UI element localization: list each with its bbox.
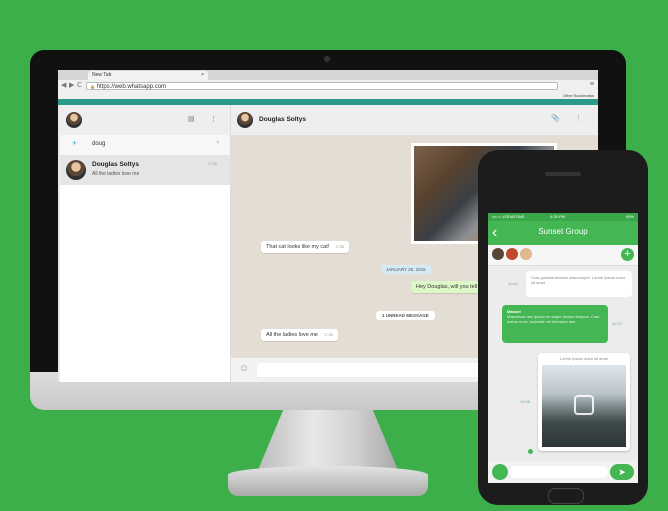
clear-search-icon[interactable]: × [216, 140, 220, 146]
back-icon[interactable]: ◀ [61, 81, 66, 91]
conversation-header: Douglas Soltys 📎 ⋮ [231, 105, 598, 135]
forward-icon[interactable]: ▶ [69, 81, 74, 91]
phone-home-button[interactable] [548, 488, 584, 504]
unread-divider: 1 UNREAD MESSAGE [376, 311, 435, 320]
my-avatar[interactable] [66, 112, 82, 128]
carrier-signal: •••○○ VODAFONE [492, 214, 525, 219]
online-indicator [528, 449, 533, 454]
message-bubble-incoming: That cat looks like my cat! 17:58 [261, 241, 350, 253]
url-text: https://web.whatsapp.com [96, 84, 167, 90]
phone-chat-header: ‹ Sunset Group [488, 221, 638, 245]
back-chevron-icon[interactable]: ‹ [492, 223, 497, 243]
contact-name[interactable]: Douglas Soltys [259, 116, 306, 123]
message-time: 11:02 [612, 321, 622, 326]
phone-composer: ➤ [488, 461, 638, 483]
message-text: Hey Douglas, will you tell [416, 284, 478, 290]
lock-icon: 🔒 [90, 84, 95, 89]
message-time: 10:55 [520, 399, 531, 404]
date-divider: JANUARY 25, 2015 [381, 265, 431, 274]
address-bar[interactable]: 🔒 https://web.whatsapp.com [86, 82, 558, 90]
phone-photo-message[interactable]: Lorem ipsum dolor sit amet [538, 353, 630, 451]
battery-level: 59% [625, 214, 634, 219]
member-avatar[interactable] [506, 248, 518, 260]
monitor-stand [258, 410, 398, 470]
message-bubble-incoming: All the ladies love me 17:58 [261, 329, 338, 341]
phone-message-outgoing: Manuel Maecenas nec ipsum et neque dictu… [502, 305, 608, 343]
contact-avatar [66, 160, 86, 180]
conversation-menu-icon[interactable]: ⋮ [575, 114, 582, 122]
search-input[interactable]: doug [92, 141, 105, 147]
message-text: All the ladies love me [266, 332, 318, 338]
bookmarks-bar: Other Bookmarks [58, 92, 598, 99]
monitor-base [228, 466, 428, 496]
browser-tab-bar: New Tab × [58, 70, 598, 85]
photo-caption: Lorem ipsum dolor sit amet [559, 356, 609, 361]
phone-message-incoming: Cras gravida tenetus ullamcorper. Lorem … [526, 271, 632, 297]
new-chat-icon[interactable]: ▤ [188, 115, 195, 123]
tab-title: New Tab [92, 72, 112, 78]
chat-item-time: 17:58 [208, 162, 217, 166]
status-time: 4:28 PM [550, 214, 565, 219]
phone-emoji-button[interactable] [492, 464, 508, 480]
message-time: 17:58 [323, 333, 333, 337]
chat-item-preview: All the ladies love me [92, 171, 140, 177]
reload-icon[interactable]: C [77, 81, 82, 91]
browser-tab[interactable]: New Tab × [88, 71, 208, 80]
phone-message-input[interactable] [510, 466, 608, 478]
message-time: 17:58 [335, 245, 345, 249]
member-avatar[interactable] [492, 248, 504, 260]
chat-item-name: Douglas Soltys [92, 161, 139, 168]
add-member-button[interactable]: + [621, 248, 634, 261]
chat-list-header: ▤ ⋮ [60, 105, 230, 135]
chat-list-item[interactable]: Douglas Soltys All the ladies love me 17… [60, 155, 230, 185]
camera-overlay-icon [574, 395, 594, 415]
photo-thumbnail[interactable] [542, 365, 626, 447]
group-members-bar: + [488, 245, 638, 266]
message-time: 10:41 [508, 281, 519, 286]
phone-status-bar: •••○○ VODAFONE 4:28 PM 59% [488, 213, 638, 221]
tab-close-icon[interactable]: × [201, 71, 204, 80]
other-bookmarks-link[interactable]: Other Bookmarks [563, 92, 594, 99]
phone-screen: •••○○ VODAFONE 4:28 PM 59% ‹ Sunset Grou… [488, 213, 638, 483]
message-text: That cat looks like my cat! [266, 244, 330, 250]
browser-menu-icon[interactable]: ≡ [590, 81, 594, 88]
send-icon[interactable]: ➤ [610, 464, 634, 480]
search-bar[interactable]: ✈ doug × [60, 135, 230, 156]
message-bubble-outgoing: Hey Douglas, will you tell [411, 281, 483, 293]
group-title[interactable]: Sunset Group [518, 227, 608, 236]
attach-icon[interactable]: 📎 [551, 114, 560, 122]
search-icon: ✈ [72, 141, 78, 147]
member-avatar[interactable] [520, 248, 532, 260]
message-text: Maecenas nec ipsum et neque dictum tempu… [507, 314, 600, 324]
contact-avatar[interactable] [237, 112, 253, 128]
menu-icon[interactable]: ⋮ [210, 115, 217, 123]
chat-list-pane: ▤ ⋮ ✈ doug × Douglas Soltys All the ladi… [60, 105, 231, 382]
monitor-camera [324, 56, 330, 62]
emoji-icon[interactable]: ☺ [239, 363, 249, 374]
phone-speaker [545, 172, 581, 176]
